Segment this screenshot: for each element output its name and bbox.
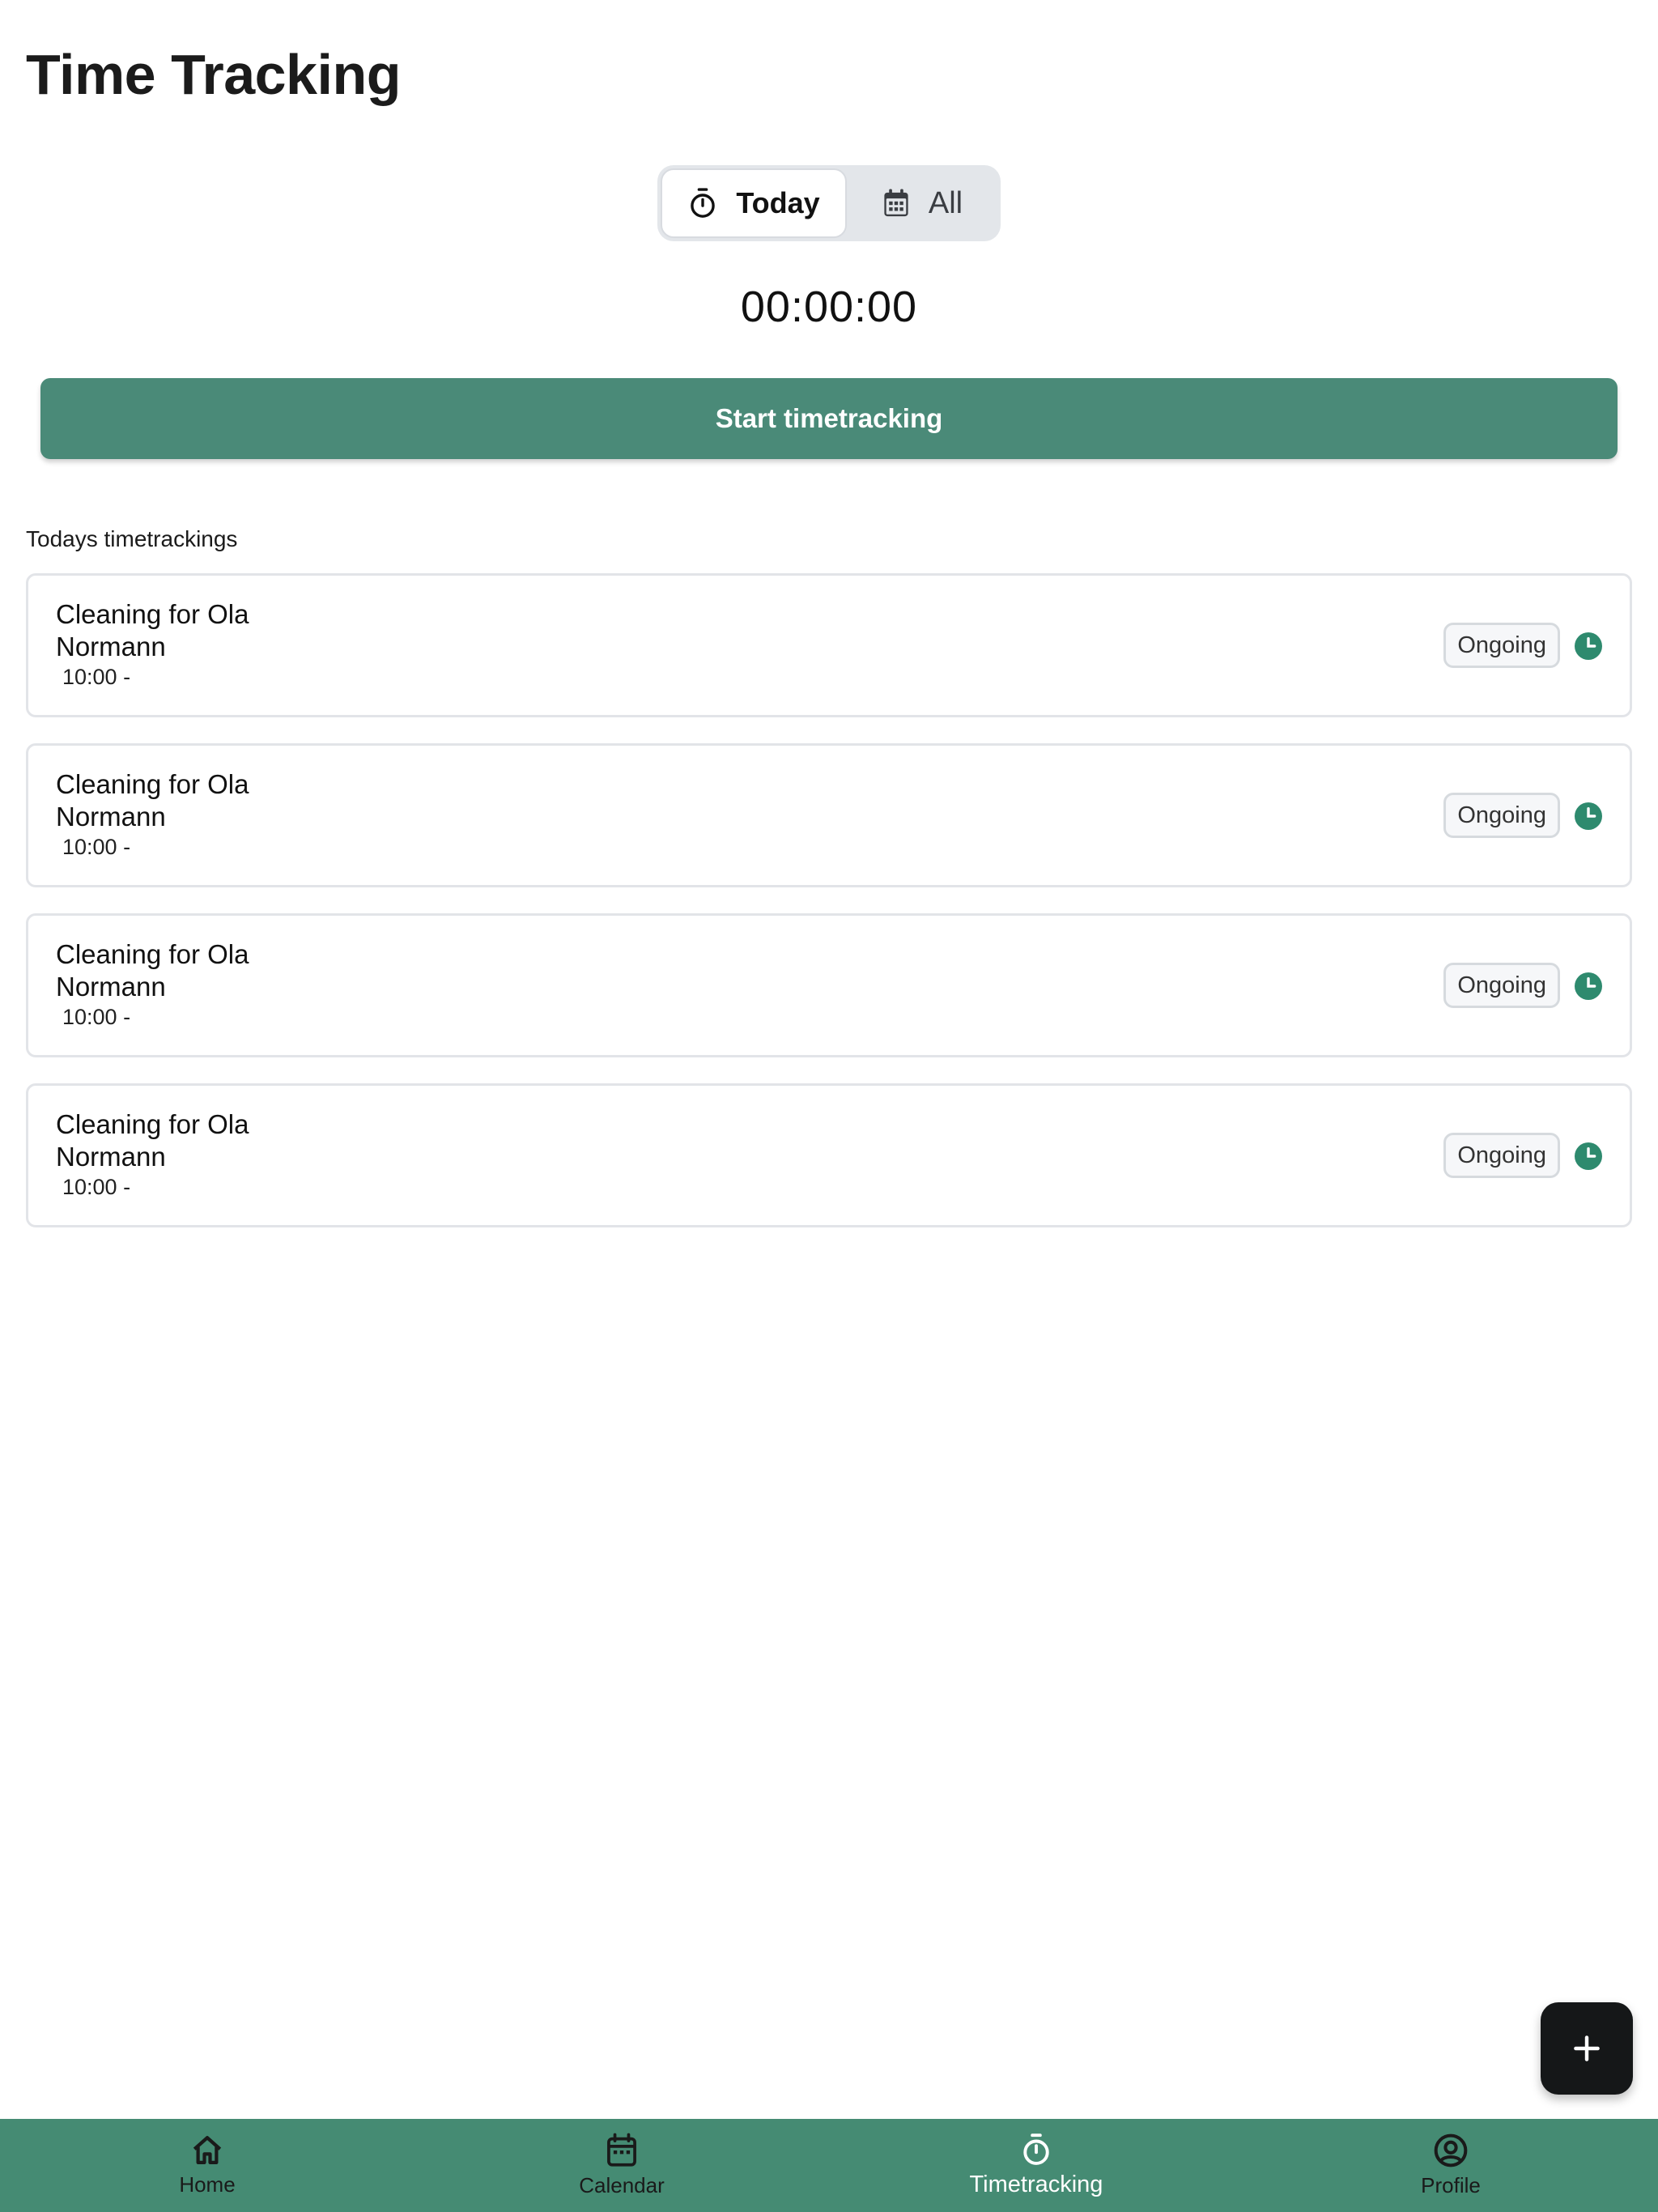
page-title: Time Tracking [26,43,401,106]
view-toggle: Today All [657,165,1001,241]
nav-profile-label: Profile [1421,2173,1481,2197]
list-item[interactable]: Cleaning for Ola Normann 10:00 - Ongoing [26,573,1632,717]
stopwatch-icon [1023,2133,1049,2165]
nav-profile[interactable]: Profile [1244,2119,1658,2212]
entry-time: 10:00 - [62,1175,131,1199]
calendar-icon [607,2133,636,2167]
timer-display: 00:00:00 [740,283,918,331]
toggle-today[interactable]: Today [661,168,847,238]
home-icon [193,2136,222,2164]
list-item[interactable]: Cleaning for Ola Normann 10:00 - Ongoing [26,743,1632,887]
clock-icon [1575,972,1602,1000]
clock-icon [1575,1142,1602,1170]
nav-home[interactable]: Home [0,2119,414,2212]
section-label: Todays timetrackings [26,526,238,551]
status-badge: Ongoing [1443,1133,1560,1178]
status-badge: Ongoing [1443,793,1560,838]
nav-calendar[interactable]: Calendar [414,2119,829,2212]
entry-time: 10:00 - [62,835,131,859]
entry-title: Cleaning for Ola Normann [56,769,249,832]
bottom-nav: Home Calendar Timetracking Profile [0,2119,1658,2212]
entry-time: 10:00 - [62,665,131,689]
toggle-all-label: All [928,185,963,220]
entry-title: Cleaning for Ola Normann [56,599,249,661]
add-button[interactable] [1541,2002,1633,2095]
start-timetracking-button[interactable]: Start timetracking [40,378,1618,459]
list-item[interactable]: Cleaning for Ola Normann 10:00 - Ongoing [26,913,1632,1057]
list-item[interactable]: Cleaning for Ola Normann 10:00 - Ongoing [26,1083,1632,1227]
status-badge: Ongoing [1443,623,1560,668]
toggle-all[interactable]: All [847,168,997,238]
time-tracking-screen: Time Tracking Today All 00:00:00 Start t… [0,0,1658,2212]
timetracking-list: Cleaning for Ola Normann 10:00 - Ongoing… [26,573,1632,1253]
nav-home-label: Home [179,2172,236,2197]
nav-timetracking[interactable]: Timetracking [829,2119,1244,2212]
toggle-today-label: Today [736,186,820,219]
status-badge: Ongoing [1443,963,1560,1008]
profile-icon [1434,2133,1468,2167]
calendar-icon [882,188,911,219]
plus-icon [1574,2035,1600,2061]
entry-title: Cleaning for Ola Normann [56,939,249,1002]
clock-icon [1575,632,1602,660]
entry-time: 10:00 - [62,1005,131,1029]
clock-icon [1575,802,1602,830]
entry-title: Cleaning for Ola Normann [56,1109,249,1172]
nav-timetracking-label: Timetracking [969,2172,1103,2197]
stopwatch-icon [687,187,718,219]
nav-calendar-label: Calendar [579,2173,665,2197]
